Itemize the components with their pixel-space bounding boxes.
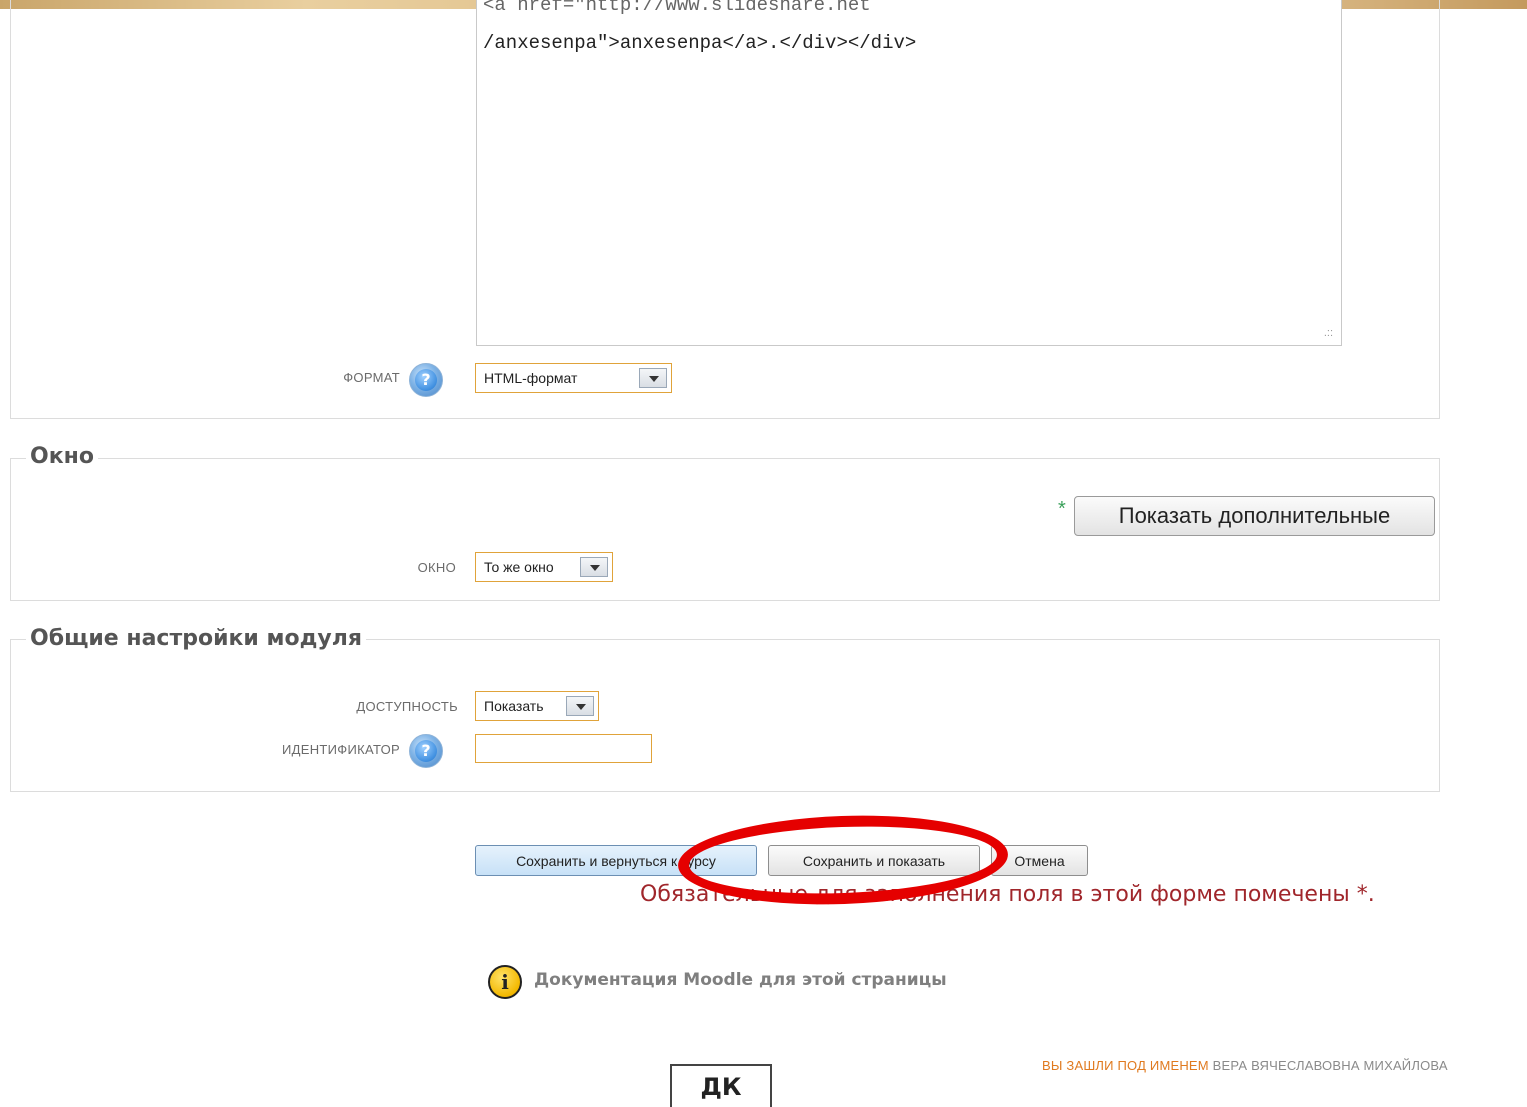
show-advanced-button[interactable]: Показать дополнительные bbox=[1074, 496, 1435, 536]
chevron-down-icon bbox=[580, 557, 608, 577]
idnumber-help-icon[interactable]: ? bbox=[409, 734, 443, 768]
chevron-down-icon bbox=[639, 368, 667, 388]
footer-tab: ДК bbox=[670, 1064, 772, 1107]
availability-label: ДОСТУПНОСТЬ bbox=[356, 699, 458, 714]
login-info: ВЫ ЗАШЛИ ПОД ИМЕНЕМ ВЕРА ВЯЧЕСЛАВОВНА МИ… bbox=[1042, 1058, 1448, 1073]
availability-select[interactable]: Показать bbox=[475, 691, 599, 721]
availability-select-value: Показать bbox=[484, 698, 544, 714]
idnumber-label: ИДЕНТИФИКАТОР bbox=[282, 742, 400, 757]
window-label: ОКНО bbox=[417, 560, 456, 575]
module-settings-fieldset bbox=[10, 639, 1440, 792]
chevron-down-icon bbox=[566, 696, 594, 716]
module-settings-legend: Общие настройки модуля bbox=[26, 626, 366, 651]
moodle-docs-link[interactable]: Документация Moodle для этой страницы bbox=[534, 970, 947, 990]
format-select-value: HTML-формат bbox=[484, 370, 578, 386]
login-prefix: ВЫ ЗАШЛИ ПОД ИМЕНЕМ bbox=[1042, 1058, 1209, 1073]
info-icon: i bbox=[488, 965, 522, 999]
format-label: ФОРМАТ bbox=[343, 370, 400, 385]
login-username[interactable]: ВЕРА ВЯЧЕСЛАВОВНА МИХАЙЛОВА bbox=[1213, 1058, 1448, 1073]
window-legend: Окно bbox=[26, 444, 98, 469]
content-fieldset bbox=[10, 0, 1440, 419]
window-select[interactable]: То же окно bbox=[475, 552, 613, 582]
format-help-icon[interactable]: ? bbox=[409, 363, 443, 397]
required-star: * bbox=[1058, 498, 1066, 520]
format-select[interactable]: HTML-формат bbox=[475, 363, 672, 393]
idnumber-input[interactable] bbox=[475, 734, 652, 763]
window-select-value: То же окно bbox=[484, 559, 554, 575]
